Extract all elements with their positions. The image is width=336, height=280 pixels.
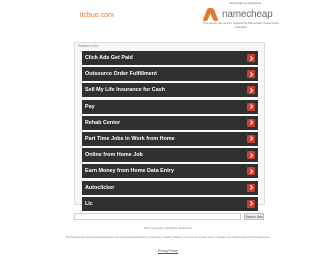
registrar-logo[interactable]: namecheap <box>202 8 273 21</box>
link-item[interactable]: Outsource Order Fulfillment <box>82 67 258 82</box>
chevron-right-icon <box>247 183 255 192</box>
link-item[interactable]: Rehab Center <box>82 115 258 130</box>
copyright: 2021 Copyright. All Rights Reserved. <box>143 226 193 230</box>
links-list: Click Ads Get Paid Outsource Order Fulfi… <box>82 51 258 213</box>
link-item[interactable]: Autoclicker <box>82 180 258 195</box>
privacy-policy-link[interactable]: Privacy Policy <box>0 249 336 253</box>
chevron-right-icon <box>247 102 255 111</box>
registrar-name: namecheap <box>222 8 273 20</box>
link-label: Pay <box>85 103 95 110</box>
link-item[interactable]: Sell My Life Insurance for Cash <box>82 83 258 98</box>
link-item[interactable]: Earn Money from Home Data Entry <box>82 164 258 179</box>
link-label: Online from Home Job <box>85 152 143 159</box>
link-item[interactable]: Part Time Jobs in Work from Home <box>82 131 258 146</box>
link-label: Earn Money from Home Data Entry <box>85 168 174 175</box>
link-item[interactable]: Online from Home Job <box>82 148 258 163</box>
link-item[interactable]: Llc <box>82 196 258 211</box>
chevron-right-icon <box>247 70 255 79</box>
chevron-right-icon <box>247 151 255 160</box>
chevron-right-icon <box>247 118 255 127</box>
link-label: Outsource Order Fulfillment <box>85 71 157 78</box>
link-label: Sell My Life Insurance for Cash <box>85 87 165 94</box>
link-label: Llc <box>85 200 93 207</box>
link-label: Click Ads Get Paid <box>85 55 133 61</box>
search-button[interactable]: Search Ads <box>244 213 264 220</box>
namecheap-logo-icon <box>202 8 219 21</box>
link-item[interactable]: Pay <box>82 99 258 114</box>
registration-notice: This domain is registered at <box>229 2 261 5</box>
disclaimer: The Sponsored Listings displayed above a… <box>65 236 271 239</box>
chevron-right-icon <box>247 199 255 208</box>
chevron-right-icon <box>247 134 255 143</box>
link-label: Part Time Jobs in Work from Home <box>85 135 175 142</box>
chevron-right-icon <box>247 54 255 62</box>
link-label: Rehab Center <box>85 119 121 126</box>
chevron-right-icon <box>247 86 255 95</box>
registrar-tagline: This domain was recently registered at N… <box>203 22 279 29</box>
chevron-right-icon <box>247 167 255 176</box>
panel-title: Related Links <box>78 44 99 48</box>
link-label: Autoclicker <box>85 184 115 191</box>
site-domain: itcbuo.com <box>80 12 114 19</box>
link-item[interactable]: Click Ads Get Paid <box>82 51 258 65</box>
search-row: Search Ads <box>74 213 264 220</box>
search-input[interactable] <box>74 213 241 220</box>
related-links-panel: Related Links Click Ads Get Paid Outsour… <box>74 42 265 211</box>
